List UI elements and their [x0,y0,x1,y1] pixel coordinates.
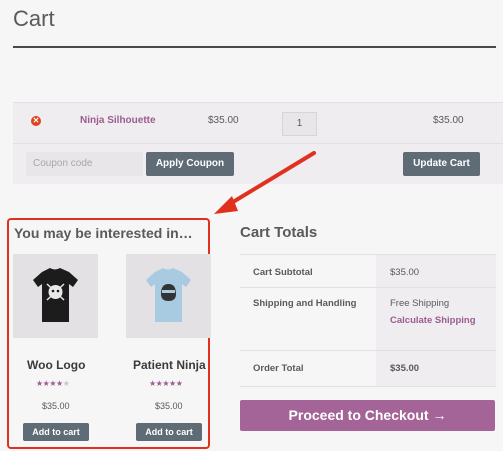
annotation-arrow-icon [214,151,316,214]
